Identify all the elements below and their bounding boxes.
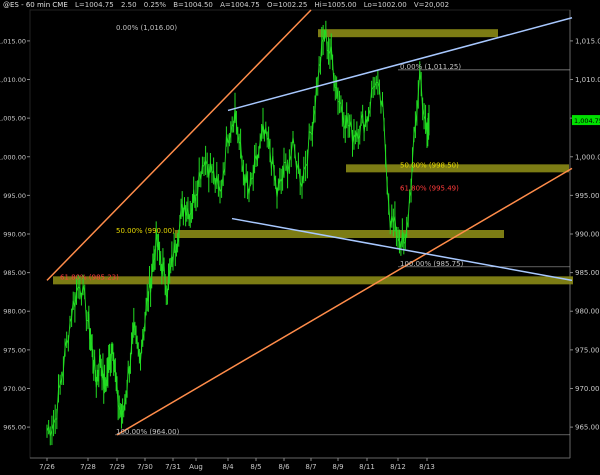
- fib-label: 100.00% (964.00): [116, 428, 180, 436]
- fib-label: 50.00% (990.00): [116, 227, 175, 235]
- y-tick-label-left: 975.00: [3, 346, 26, 354]
- y-tick-label-right: 1,010.00: [575, 76, 600, 84]
- y-tick-label-left: 1,010.00: [0, 76, 26, 84]
- y-tick-label-right: 995.00: [575, 192, 600, 200]
- price-chart[interactable]: 0.00% (1,016.00) 0.00% (1,011.25) 50.00% (…: [0, 0, 600, 475]
- fib-band: [318, 29, 498, 38]
- x-tick-label: 8/7: [305, 463, 316, 471]
- y-tick-label-right: 965.00: [575, 424, 600, 432]
- x-tick-label: 7/30: [137, 463, 153, 471]
- x-tick-label: 7/26: [39, 463, 55, 471]
- fib-label: 61.80% (985.23): [60, 273, 119, 281]
- fib-band: [53, 276, 573, 285]
- x-tick-label: 8/5: [250, 463, 261, 471]
- x-tick-label: 8/11: [359, 463, 375, 471]
- y-tick-label-left: 980.00: [3, 308, 26, 316]
- y-tick-label-left: 995.00: [3, 192, 26, 200]
- x-tick-label: 7/29: [109, 463, 125, 471]
- y-tick-label-left: 1,000.00: [0, 153, 26, 161]
- y-tick-label-left: 985.00: [3, 269, 26, 277]
- last-price-label: 1,004.75: [574, 117, 600, 125]
- fib-label: 0.00% (1,016.00): [116, 24, 177, 32]
- fib-label: 100.00% (985.75): [400, 260, 464, 268]
- y-tick-label-left: 990.00: [3, 231, 26, 239]
- y-tick-label-right: 970.00: [575, 385, 600, 393]
- y-tick-label-right: 990.00: [575, 231, 600, 239]
- y-tick-label-right: 980.00: [575, 308, 600, 316]
- x-tick-label: 7/31: [165, 463, 181, 471]
- y-tick-label-left: 1,005.00: [0, 115, 26, 123]
- y-tick-label-right: 1,015.00: [575, 37, 600, 45]
- x-tick-label: 8/12: [390, 463, 406, 471]
- y-tick-label-left: 970.00: [3, 385, 26, 393]
- fib-label: 61.80% (995.49): [400, 185, 459, 193]
- x-tick-label: 8/13: [419, 463, 435, 471]
- x-tick-label: Aug: [189, 463, 203, 471]
- y-tick-label-right: 1,000.00: [575, 153, 600, 161]
- x-tick-label: 8/9: [332, 463, 343, 471]
- x-tick-label: 8/6: [278, 463, 290, 471]
- x-tick-label: 8/4: [222, 463, 234, 471]
- fib-label: 0.00% (1,011.25): [400, 63, 461, 71]
- y-tick-label-right: 975.00: [575, 346, 600, 354]
- x-tick-label: 7/28: [80, 463, 96, 471]
- y-tick-label-right: 985.00: [575, 269, 600, 277]
- fib-label: 50.00% (998.50): [400, 161, 459, 169]
- y-tick-label-left: 965.00: [3, 424, 26, 432]
- y-tick-label-left: 1,015.00: [0, 37, 26, 45]
